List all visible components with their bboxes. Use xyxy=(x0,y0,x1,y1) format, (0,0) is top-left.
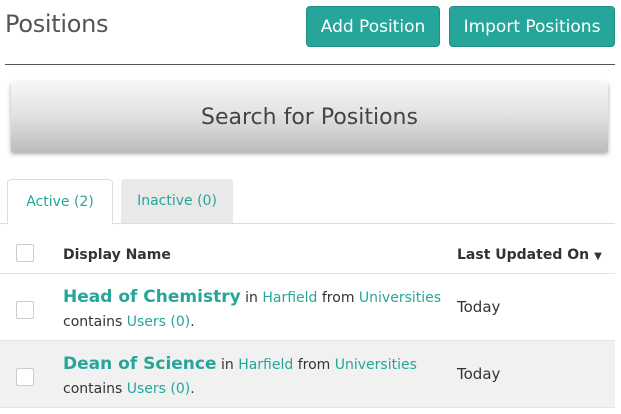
position-description: Head of Chemistry in Harfield from Unive… xyxy=(63,285,441,334)
users-link[interactable]: Users (0) xyxy=(127,381,191,397)
last-updated-value: Today xyxy=(457,365,501,383)
tab-inactive[interactable]: Inactive (0) xyxy=(121,179,233,223)
table-row: Dean of Science in Harfield from Univers… xyxy=(0,341,615,408)
users-link[interactable]: Users (0) xyxy=(127,314,191,330)
last-updated-value: Today xyxy=(457,298,501,316)
search-positions-button[interactable]: Search for Positions xyxy=(11,82,608,152)
column-header-last-updated[interactable]: Last Updated On ▼ xyxy=(457,247,602,263)
organization-link[interactable]: Universities xyxy=(359,290,441,306)
tab-active[interactable]: Active (2) xyxy=(7,179,113,225)
header-divider xyxy=(5,64,615,65)
position-description: Dean of Science in Harfield from Univers… xyxy=(63,352,417,401)
select-all-checkbox[interactable] xyxy=(16,244,34,262)
add-position-button[interactable]: Add Position xyxy=(306,6,440,47)
row-checkbox[interactable] xyxy=(16,368,34,386)
page-title: Positions xyxy=(5,10,109,38)
location-link[interactable]: Harfield xyxy=(238,357,293,373)
sort-down-icon: ▼ xyxy=(594,251,602,262)
from-text: from xyxy=(297,357,331,373)
tab-bar: Active (2) Inactive (0) xyxy=(0,179,621,225)
contains-text: contains xyxy=(63,314,123,330)
table-header-row: Display Name Last Updated On ▼ xyxy=(0,236,615,274)
location-link[interactable]: Harfield xyxy=(262,290,317,306)
in-text: in xyxy=(245,290,258,306)
from-text: from xyxy=(321,290,355,306)
table-row: Head of Chemistry in Harfield from Unive… xyxy=(0,274,615,341)
position-name-link[interactable]: Head of Chemistry xyxy=(63,287,241,307)
position-name-link[interactable]: Dean of Science xyxy=(63,354,217,374)
column-header-last-updated-label: Last Updated On xyxy=(457,247,590,263)
organization-link[interactable]: Universities xyxy=(335,357,417,373)
import-positions-button[interactable]: Import Positions xyxy=(449,6,615,47)
column-header-display-name[interactable]: Display Name xyxy=(63,247,171,263)
period-text: . xyxy=(190,314,195,330)
in-text: in xyxy=(220,357,234,373)
contains-text: contains xyxy=(63,381,123,397)
period-text: . xyxy=(190,381,195,397)
row-checkbox[interactable] xyxy=(16,301,34,319)
